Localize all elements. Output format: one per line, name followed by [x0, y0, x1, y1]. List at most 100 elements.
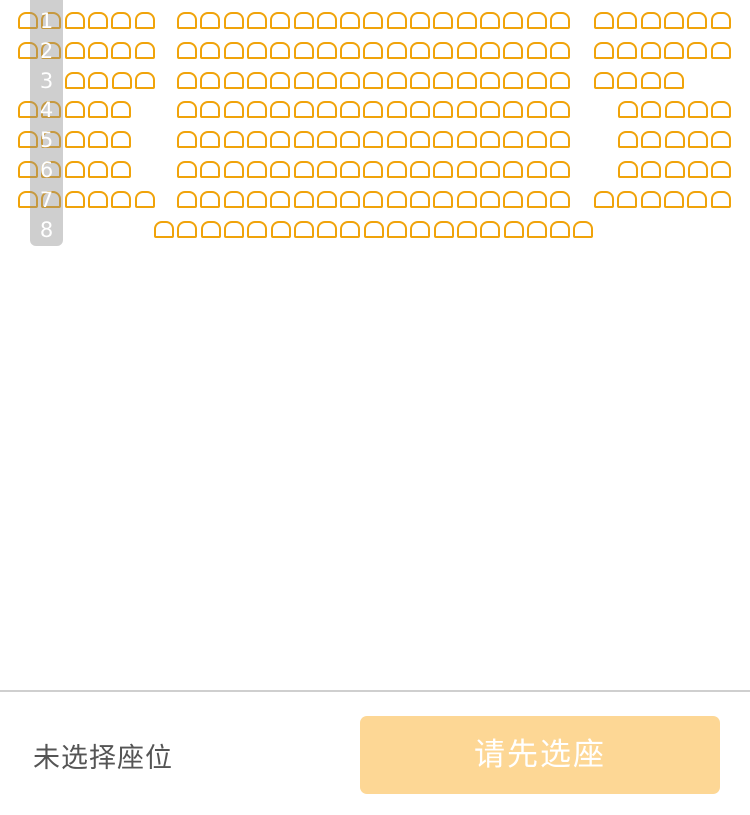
seat[interactable]: [526, 191, 547, 208]
seat[interactable]: [64, 101, 85, 118]
seat[interactable]: [363, 161, 384, 178]
seat[interactable]: [223, 42, 244, 59]
seat[interactable]: [433, 72, 454, 89]
seat[interactable]: [177, 42, 197, 59]
seat[interactable]: [687, 12, 708, 29]
seat[interactable]: [503, 101, 524, 118]
seat[interactable]: [479, 191, 500, 208]
seat[interactable]: [687, 191, 708, 208]
seat[interactable]: [550, 221, 571, 238]
seat[interactable]: [316, 131, 337, 148]
seat[interactable]: [410, 12, 430, 29]
seat[interactable]: [270, 131, 291, 148]
seat[interactable]: [363, 12, 384, 29]
seat[interactable]: [223, 72, 244, 89]
seat[interactable]: [293, 191, 314, 208]
seat[interactable]: [111, 161, 132, 178]
seat[interactable]: [177, 101, 197, 118]
seat[interactable]: [433, 101, 454, 118]
seat[interactable]: [293, 131, 314, 148]
seat[interactable]: [526, 72, 547, 89]
seat[interactable]: [316, 101, 337, 118]
seat[interactable]: [641, 131, 662, 148]
seat[interactable]: [293, 161, 314, 178]
seat[interactable]: [270, 161, 291, 178]
seat[interactable]: [433, 221, 454, 238]
seat[interactable]: [526, 42, 547, 59]
seat[interactable]: [410, 161, 430, 178]
seat[interactable]: [340, 161, 361, 178]
seat[interactable]: [64, 161, 85, 178]
seat[interactable]: [340, 221, 361, 238]
seat[interactable]: [87, 191, 108, 208]
seat[interactable]: [503, 191, 524, 208]
seat[interactable]: [111, 42, 132, 59]
seat[interactable]: [640, 191, 661, 208]
seat[interactable]: [223, 101, 244, 118]
seat[interactable]: [433, 161, 454, 178]
seat[interactable]: [270, 101, 291, 118]
seat[interactable]: [64, 131, 85, 148]
seat[interactable]: [65, 72, 85, 89]
seat[interactable]: [223, 191, 244, 208]
seat[interactable]: [526, 12, 547, 29]
seat[interactable]: [246, 101, 267, 118]
seat[interactable]: [223, 12, 244, 29]
seat[interactable]: [573, 221, 594, 238]
seat[interactable]: [594, 191, 614, 208]
seat[interactable]: [687, 161, 708, 178]
seat[interactable]: [617, 72, 638, 89]
seat[interactable]: [549, 131, 570, 148]
confirm-seat-button[interactable]: 请先选座: [360, 716, 720, 794]
seat[interactable]: [87, 161, 108, 178]
seat[interactable]: [270, 72, 291, 89]
seat[interactable]: [64, 42, 85, 59]
seat[interactable]: [386, 12, 407, 29]
seat[interactable]: [134, 12, 155, 29]
seat[interactable]: [711, 101, 732, 118]
seat[interactable]: [549, 101, 570, 118]
seat[interactable]: [617, 42, 638, 59]
seat[interactable]: [293, 72, 314, 89]
seat[interactable]: [87, 101, 108, 118]
seat[interactable]: [711, 131, 732, 148]
seat[interactable]: [316, 191, 337, 208]
seat[interactable]: [503, 161, 524, 178]
seat[interactable]: [134, 42, 155, 59]
seat[interactable]: [594, 72, 614, 89]
seat[interactable]: [246, 42, 267, 59]
seat[interactable]: [663, 72, 684, 89]
seat[interactable]: [526, 131, 547, 148]
seat[interactable]: [87, 12, 108, 29]
seat[interactable]: [479, 131, 500, 148]
seat[interactable]: [710, 42, 731, 59]
seat[interactable]: [111, 12, 132, 29]
seat[interactable]: [594, 42, 614, 59]
seat[interactable]: [270, 12, 291, 29]
seat[interactable]: [617, 12, 638, 29]
seat[interactable]: [340, 72, 361, 89]
seat[interactable]: [386, 42, 407, 59]
seat[interactable]: [410, 191, 430, 208]
seat[interactable]: [479, 42, 500, 59]
seat[interactable]: [111, 191, 132, 208]
seat[interactable]: [316, 12, 337, 29]
seat[interactable]: [456, 42, 477, 59]
seat[interactable]: [549, 72, 570, 89]
seat[interactable]: [177, 12, 197, 29]
seat[interactable]: [687, 42, 708, 59]
seat[interactable]: [200, 161, 221, 178]
seat[interactable]: [594, 12, 614, 29]
seat[interactable]: [316, 161, 337, 178]
seat[interactable]: [223, 131, 244, 148]
seat[interactable]: [177, 131, 197, 148]
seat[interactable]: [200, 221, 221, 238]
seat[interactable]: [479, 72, 500, 89]
seat[interactable]: [456, 191, 477, 208]
seat[interactable]: [433, 131, 454, 148]
seat[interactable]: [456, 101, 477, 118]
seat[interactable]: [456, 221, 477, 238]
seat[interactable]: [340, 12, 361, 29]
seat[interactable]: [641, 161, 662, 178]
seat[interactable]: [549, 42, 570, 59]
